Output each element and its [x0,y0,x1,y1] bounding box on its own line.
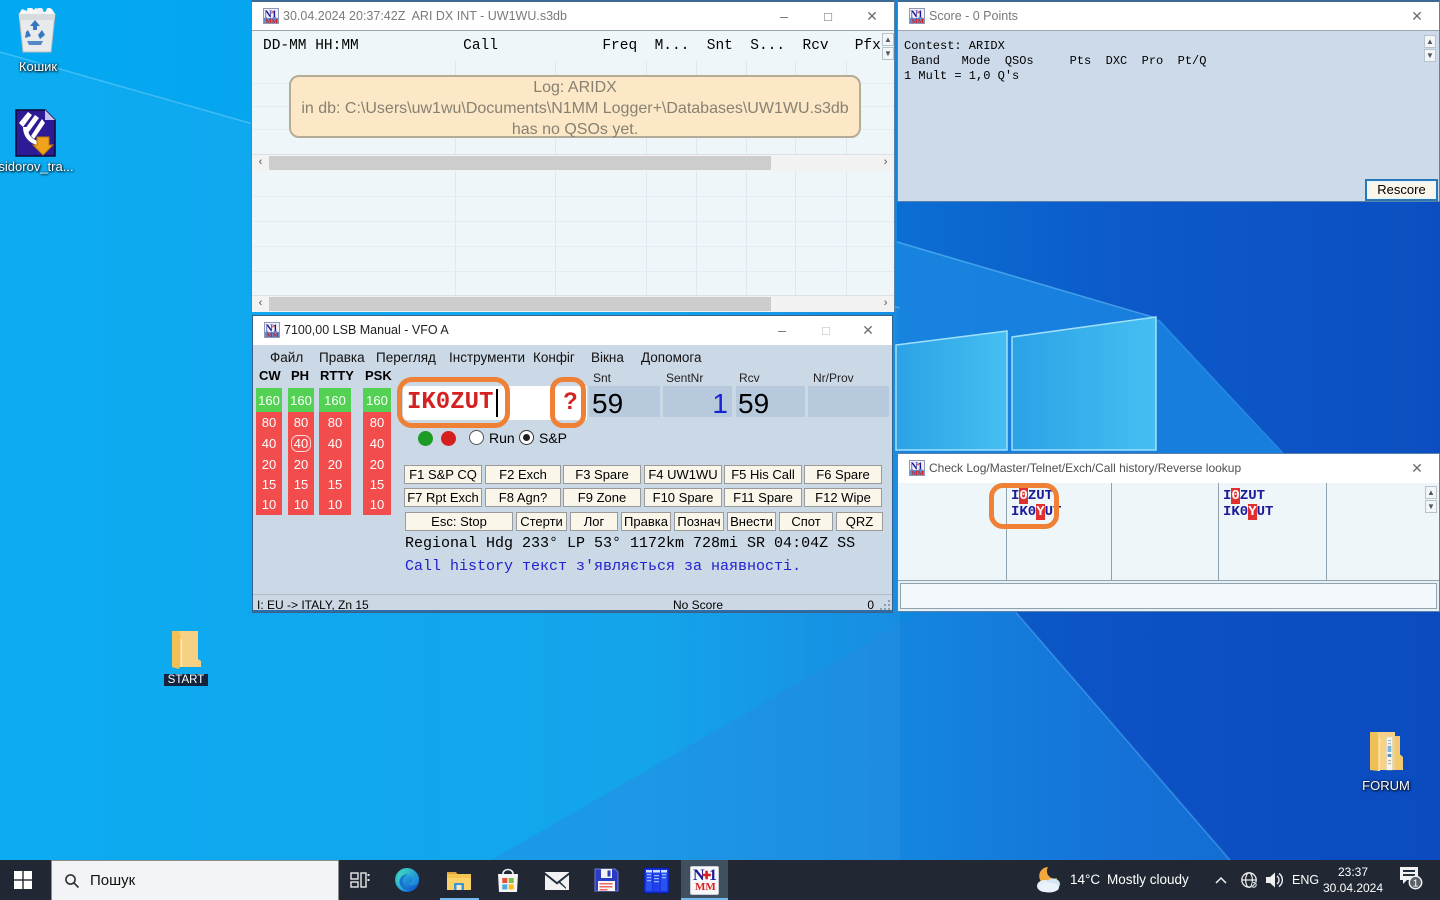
svg-text:+: + [271,323,275,331]
svg-text:MM: MM [912,18,924,24]
svg-text:+: + [270,9,274,17]
svg-text:MM: MM [912,470,924,476]
svg-text:MM: MM [267,332,279,338]
svg-text:1: 1 [1413,878,1419,890]
svg-text:MM: MM [266,18,278,24]
svg-text:+: + [916,9,920,17]
svg-text:+: + [916,461,920,469]
